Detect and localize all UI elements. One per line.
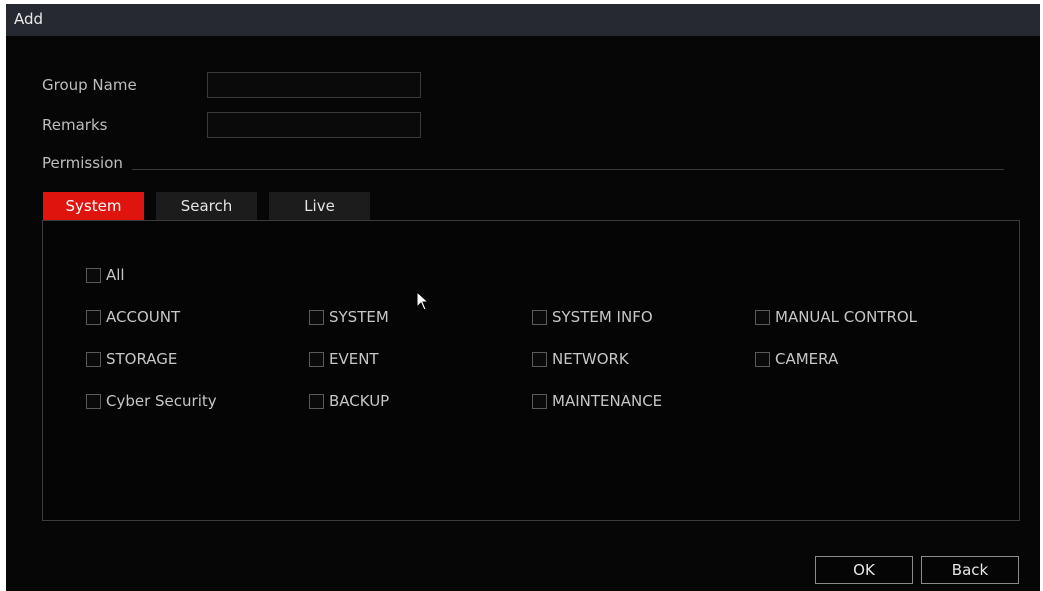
checkbox-box[interactable] (309, 309, 324, 325)
checkbox-maintenance[interactable]: MAINTENANCE (532, 392, 662, 410)
checkbox-box[interactable] (532, 351, 547, 367)
checkbox-box[interactable] (532, 393, 547, 409)
checkbox-label: NETWORK (552, 350, 629, 368)
checkbox-label: SYSTEM (329, 308, 389, 326)
dialog-title: Add (14, 10, 44, 28)
checkbox-label: All (106, 266, 125, 284)
checkbox-box[interactable] (86, 267, 101, 283)
ok-button[interactable]: OK (815, 556, 913, 584)
checkbox-event[interactable]: EVENT (309, 350, 379, 368)
checkbox-box[interactable] (86, 393, 101, 409)
checkbox-label: Cyber Security (106, 392, 217, 410)
permission-panel (42, 220, 1020, 521)
checkbox-label: ACCOUNT (106, 308, 181, 326)
checkbox-camera[interactable]: CAMERA (755, 350, 838, 368)
permission-divider (132, 169, 1004, 170)
checkbox-system[interactable]: SYSTEM (309, 308, 389, 326)
add-group-dialog: Add Group Name Remarks Permission System… (6, 4, 1040, 591)
checkbox-label: SYSTEM INFO (552, 308, 653, 326)
tab-search[interactable]: Search (156, 192, 257, 220)
permission-tabs: System Search Live (43, 192, 370, 220)
dialog-titlebar: Add (6, 4, 1040, 36)
checkbox-box[interactable] (309, 393, 324, 409)
checkbox-label: CAMERA (775, 350, 839, 368)
checkbox-box[interactable] (755, 351, 770, 367)
checkbox-label: MAINTENANCE (552, 392, 663, 410)
checkbox-storage[interactable]: STORAGE (86, 350, 177, 368)
checkbox-box[interactable] (86, 309, 101, 325)
checkbox-backup[interactable]: BACKUP (309, 392, 389, 410)
checkbox-system-info[interactable]: SYSTEM INFO (532, 308, 653, 326)
checkbox-label: STORAGE (106, 350, 178, 368)
group-name-input[interactable] (207, 72, 421, 98)
tab-system[interactable]: System (43, 192, 144, 220)
tab-live[interactable]: Live (269, 192, 370, 220)
permission-label: Permission (42, 154, 123, 172)
group-name-label: Group Name (42, 76, 137, 94)
remarks-label: Remarks (42, 116, 108, 134)
mouse-pointer-icon (416, 291, 430, 311)
checkbox-label: EVENT (329, 350, 379, 368)
checkbox-label: MANUAL CONTROL (775, 308, 918, 326)
checkbox-box[interactable] (532, 309, 547, 325)
remarks-input[interactable] (207, 112, 421, 138)
back-button[interactable]: Back (921, 556, 1019, 584)
checkbox-all[interactable]: All (86, 266, 125, 284)
checkbox-network[interactable]: NETWORK (532, 350, 629, 368)
checkbox-account[interactable]: ACCOUNT (86, 308, 180, 326)
checkbox-manual-control[interactable]: MANUAL CONTROL (755, 308, 917, 326)
checkbox-box[interactable] (309, 351, 324, 367)
checkbox-label: BACKUP (329, 392, 390, 410)
checkbox-box[interactable] (755, 309, 770, 325)
checkbox-box[interactable] (86, 351, 101, 367)
checkbox-cyber-security[interactable]: Cyber Security (86, 392, 217, 410)
